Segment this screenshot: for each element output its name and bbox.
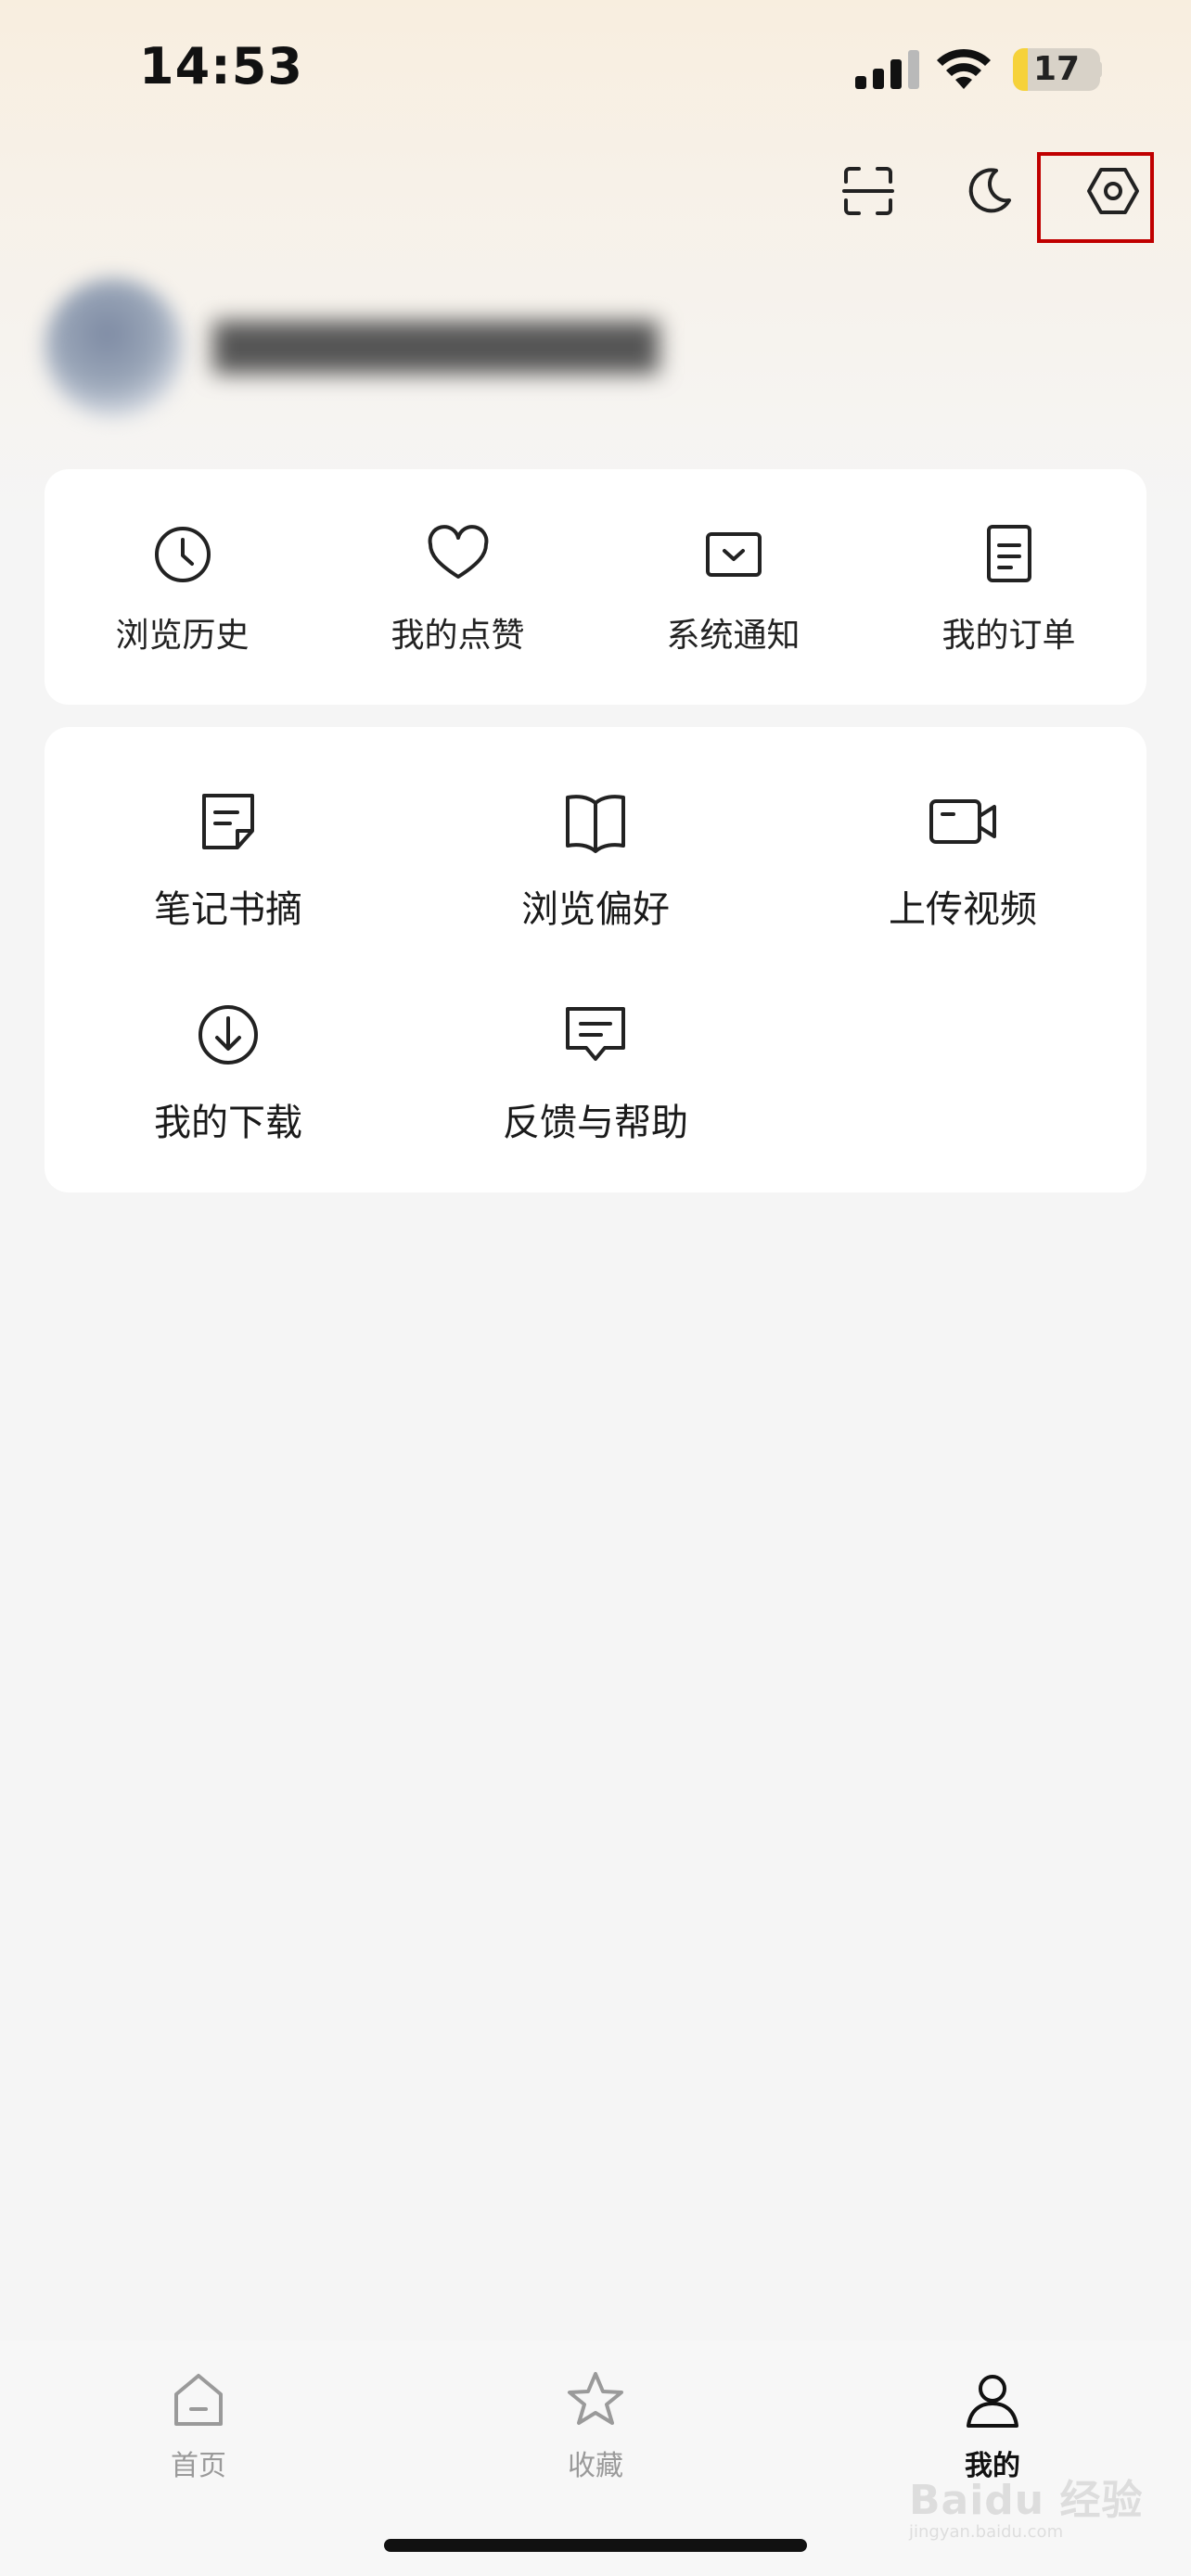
status-bar: 14:53 17 xyxy=(0,0,1191,139)
user-icon xyxy=(967,2375,1018,2428)
moon-icon xyxy=(968,168,1011,213)
settings-highlight-box xyxy=(1037,152,1154,243)
video-camera-icon xyxy=(929,799,996,844)
home-indicator[interactable] xyxy=(384,2539,807,2552)
tab-label: 收藏 xyxy=(568,2450,623,2482)
avatar[interactable] xyxy=(45,278,184,417)
quick-link-my-likes[interactable]: 我的点赞 xyxy=(320,517,596,684)
tab-label: 首页 xyxy=(171,2450,226,2482)
cellular-signal-icon xyxy=(855,50,919,89)
quick-link-label: 系统通知 xyxy=(666,617,800,655)
heart-icon xyxy=(428,525,488,579)
tools-card: 笔记书摘 浏览偏好 上传视频 我的下载 反馈与帮助 xyxy=(45,727,1146,1192)
book-icon xyxy=(566,795,625,853)
download-icon xyxy=(198,1005,258,1065)
battery-percent: 17 xyxy=(1032,50,1081,88)
baidu-jingyan-watermark: Baidu 经验 jingyan.baidu.com xyxy=(909,2467,1169,2550)
tool-my-downloads[interactable]: 我的下载 xyxy=(45,996,412,1181)
dark-mode-button[interactable] xyxy=(954,156,1024,226)
wifi-icon xyxy=(937,48,991,89)
tool-label: 反馈与帮助 xyxy=(503,1102,688,1144)
battery-cap xyxy=(1096,61,1102,78)
profile-header[interactable]: █████████████ xyxy=(37,278,1057,417)
tool-label: 上传视频 xyxy=(889,888,1037,931)
quick-link-label: 我的订单 xyxy=(941,617,1076,655)
home-icon xyxy=(174,2374,223,2426)
quick-link-browse-history[interactable]: 浏览历史 xyxy=(45,517,320,684)
clock-icon xyxy=(154,527,211,582)
inbox-icon xyxy=(705,532,762,577)
quick-links-card: 浏览历史 我的点赞 系统通知 我的订单 xyxy=(45,469,1146,705)
tab-home[interactable]: 首页 xyxy=(59,2366,338,2515)
feedback-bubble-icon xyxy=(566,1007,625,1061)
document-icon xyxy=(986,525,1031,582)
quick-link-system-notice[interactable]: 系统通知 xyxy=(596,517,871,684)
star-icon xyxy=(568,2372,623,2425)
scan-icon xyxy=(842,167,894,215)
quick-link-my-orders[interactable]: 我的订单 xyxy=(871,517,1146,684)
tool-upload-video[interactable]: 上传视频 xyxy=(779,783,1146,968)
status-time: 14:53 xyxy=(139,37,303,96)
scan-button[interactable] xyxy=(833,156,903,226)
battery-indicator: 17 xyxy=(1013,48,1100,91)
tab-favorites[interactable]: 收藏 xyxy=(456,2366,735,2515)
tool-label: 浏览偏好 xyxy=(521,888,670,931)
note-icon xyxy=(202,794,254,849)
tool-label: 我的下载 xyxy=(154,1102,302,1144)
tool-label: 笔记书摘 xyxy=(154,888,302,931)
tool-browse-preference[interactable]: 浏览偏好 xyxy=(412,783,779,968)
tool-feedback-help[interactable]: 反馈与帮助 xyxy=(412,996,779,1181)
username-blurred: █████████████ xyxy=(213,322,659,374)
quick-link-label: 浏览历史 xyxy=(115,617,250,655)
watermark-logo: Baidu 经验 xyxy=(909,2477,1144,2524)
tool-notes[interactable]: 笔记书摘 xyxy=(45,783,412,968)
quick-link-label: 我的点赞 xyxy=(391,617,525,655)
